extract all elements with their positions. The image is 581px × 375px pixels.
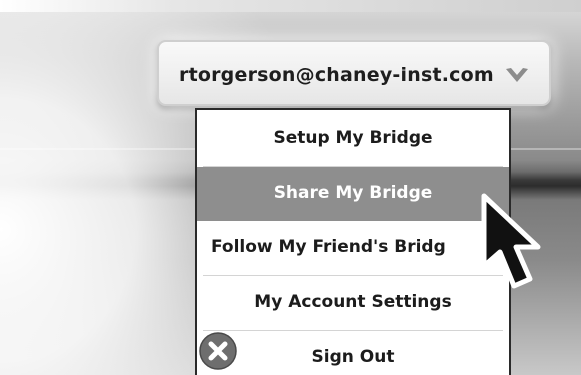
mouse-cursor-icon xyxy=(481,193,541,289)
menu-item-share-my-bridge[interactable]: Share My Bridge xyxy=(197,167,509,221)
screenshot-stage: rtorgerson@chaney-inst.com Setup My Brid… xyxy=(0,0,581,375)
menu-item-setup-my-bridge[interactable]: Setup My Bridge xyxy=(197,112,509,166)
account-email: rtorgerson@chaney-inst.com xyxy=(179,64,494,86)
menu-item-my-account-settings[interactable]: My Account Settings xyxy=(197,276,509,330)
menu-item-sign-out[interactable]: Sign Out xyxy=(197,331,509,375)
account-dropdown-button[interactable]: rtorgerson@chaney-inst.com xyxy=(157,40,551,106)
top-band xyxy=(0,0,581,12)
menu-item-label: Follow My Friend's Bridg xyxy=(211,237,446,257)
menu-item-label: Share My Bridge xyxy=(273,183,433,203)
chevron-down-icon xyxy=(506,68,528,82)
account-dropdown-menu: Setup My Bridge Share My Bridge Follow M… xyxy=(195,108,511,375)
menu-item-label: Sign Out xyxy=(311,347,395,367)
menu-item-follow-friends-bridge[interactable]: Follow My Friend's Bridg xyxy=(197,221,509,275)
close-circle-icon[interactable] xyxy=(198,331,238,371)
menu-item-label: My Account Settings xyxy=(254,292,452,312)
menu-item-label: Setup My Bridge xyxy=(273,128,433,148)
